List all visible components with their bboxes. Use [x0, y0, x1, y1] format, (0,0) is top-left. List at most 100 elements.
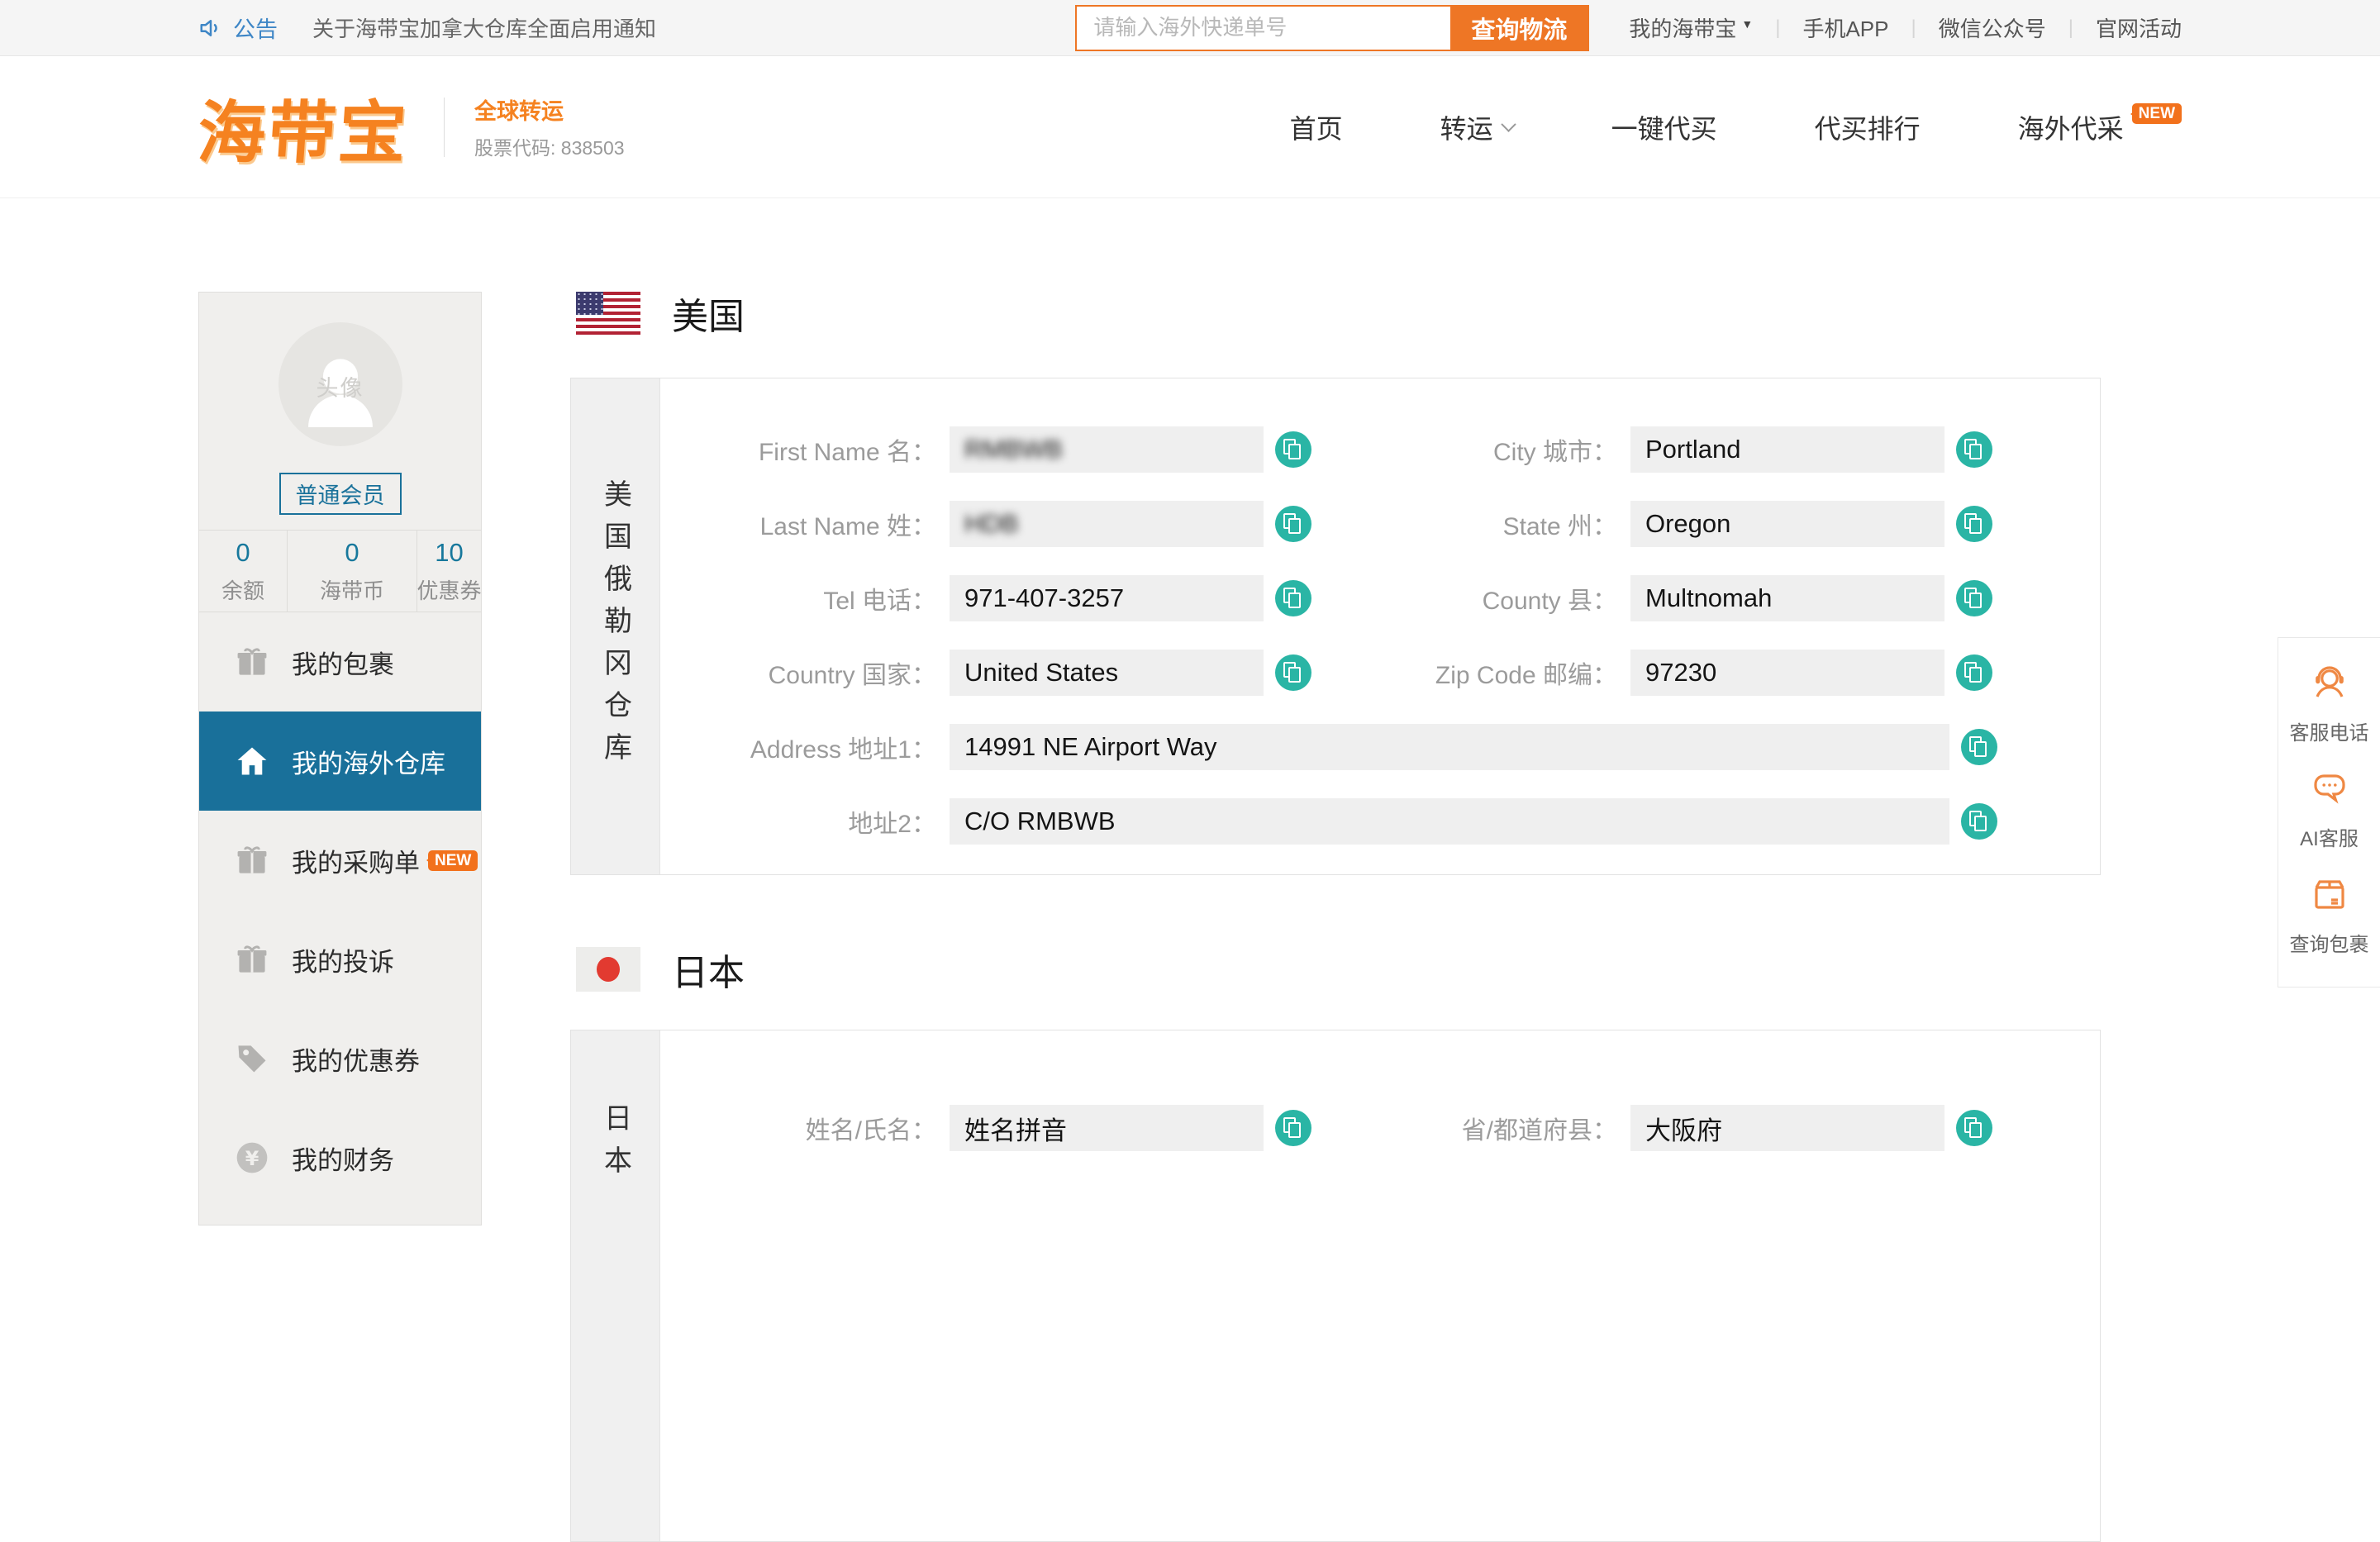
field-jp-name: 姓名/氏名： 姓名拼音	[660, 1105, 1311, 1151]
sidebar-item-label: 我的采购单	[292, 842, 420, 879]
copy-icon[interactable]	[1961, 729, 1997, 765]
state-value[interactable]: Oregon	[1630, 501, 1944, 547]
last-name-value[interactable]: HDB	[950, 501, 1264, 547]
activity-link[interactable]: 官网活动	[2096, 12, 2182, 43]
zip-value[interactable]: 97230	[1630, 650, 1944, 696]
track-query-button[interactable]: 查询物流	[1450, 7, 1587, 50]
wechat-link[interactable]: 微信公众号	[1939, 12, 2046, 43]
copy-icon[interactable]	[1275, 580, 1311, 616]
stat-coupons[interactable]: 10 优惠券	[417, 531, 481, 612]
chevron-down-icon	[1501, 117, 1516, 131]
address2-value[interactable]: C/O RMBWB	[950, 798, 1949, 845]
ai-service-label: AI客服	[2300, 822, 2359, 851]
us-warehouse-vertical-label: 美国俄勒冈仓库	[602, 479, 630, 774]
main-nav: 首页 转运 一键代买 代买排行 海外代采NEW	[1290, 108, 2182, 146]
field-label: 省/都道府县：	[1341, 1110, 1630, 1146]
copy-icon[interactable]	[1275, 654, 1311, 691]
sidebar-item-my-finance[interactable]: ¥ 我的财务	[199, 1108, 481, 1207]
sidebar-item-my-overseas-warehouse[interactable]: 我的海外仓库	[199, 712, 481, 811]
county-value[interactable]: Multnomah	[1630, 575, 1944, 621]
sidebar-item-my-coupons[interactable]: 我的优惠券	[199, 1009, 481, 1108]
stat-balance[interactable]: 0 余额	[199, 531, 288, 612]
copy-icon[interactable]	[1956, 1110, 1992, 1146]
field-state: State 州： Oregon	[1341, 501, 1992, 547]
jp-name-value[interactable]: 姓名拼音	[950, 1105, 1264, 1151]
announcement-label[interactable]: 公告	[233, 12, 278, 44]
field-jp-prefecture: 省/都道府县： 大阪府	[1341, 1105, 1992, 1151]
stat-value: 0	[345, 538, 359, 568]
track-package-label: 查询包裹	[2290, 928, 2369, 957]
speaker-icon	[198, 16, 223, 40]
jp-warehouse-vertical-label: 日本	[602, 1030, 630, 1187]
field-country: Country 国家： United States	[660, 650, 1311, 696]
copy-icon[interactable]	[1275, 1110, 1311, 1146]
field-label: First Name 名：	[660, 431, 950, 468]
separator: |	[2068, 17, 2073, 40]
copy-icon[interactable]	[1275, 431, 1311, 468]
svg-text:¥: ¥	[245, 1147, 259, 1170]
jp-warehouse-strip: 日本	[571, 1030, 660, 1541]
separator: |	[1911, 17, 1916, 40]
sidebar-item-label: 我的投诉	[292, 941, 394, 978]
jp-section-title: 日本	[672, 943, 745, 996]
field-city: City 城市： Portland	[1341, 426, 1992, 473]
chat-icon	[2310, 769, 2349, 812]
nav-home[interactable]: 首页	[1290, 108, 1343, 146]
sidebar-item-my-purchase-orders[interactable]: 我的采购单 NEW	[199, 811, 481, 910]
copy-icon[interactable]	[1956, 580, 1992, 616]
mobile-app-link[interactable]: 手机APP	[1802, 12, 1888, 43]
track-package-button[interactable]: 查询包裹	[2278, 864, 2380, 970]
sidebar-item-my-packages[interactable]: 我的包裹	[199, 612, 481, 712]
my-haidaibao-link[interactable]: 我的海带宝▼	[1629, 12, 1753, 43]
new-badge: NEW	[2132, 103, 2182, 124]
copy-icon[interactable]	[1275, 506, 1311, 542]
nav-onekey-buy[interactable]: 一键代买	[1611, 108, 1717, 146]
field-label: Zip Code 邮编：	[1341, 654, 1630, 691]
avatar-placeholder-text: 头像	[278, 370, 402, 402]
jp-prefecture-value[interactable]: 大阪府	[1630, 1105, 1944, 1151]
ai-service-button[interactable]: AI客服	[2278, 759, 2380, 864]
field-address1: Address 地址1： 14991 NE Airport Way	[660, 724, 1997, 770]
first-name-value[interactable]: RMBWB	[950, 426, 1264, 473]
copy-icon[interactable]	[1956, 654, 1992, 691]
field-tel: Tel 电话： 971-407-3257	[660, 575, 1311, 621]
country-value[interactable]: United States	[950, 650, 1264, 696]
stat-value: 0	[236, 538, 250, 568]
sidebar-item-label: 我的财务	[292, 1140, 394, 1177]
sidebar-item-label: 我的海外仓库	[292, 743, 445, 780]
jp-address-form: 姓名/氏名： 姓名拼音 省/都道府县： 大阪府	[660, 1030, 2100, 1541]
copy-icon[interactable]	[1956, 506, 1992, 542]
nav-transfer[interactable]: 转运	[1440, 108, 1514, 146]
logo[interactable]: 海带宝	[195, 78, 412, 176]
package-icon	[234, 644, 270, 680]
service-phone-button[interactable]: 客服电话	[2278, 653, 2380, 759]
site-header: 海带宝 全球转运 股票代码: 838503 首页 转运 一键代买 代买排行 海外…	[0, 56, 2380, 198]
tel-value[interactable]: 971-407-3257	[950, 575, 1264, 621]
field-zip: Zip Code 邮编： 97230	[1341, 650, 1992, 696]
stock-code: 股票代码: 838503	[474, 132, 625, 160]
field-label: Address 地址1：	[660, 729, 950, 765]
field-label: 地址2：	[660, 803, 950, 840]
nav-buy-ranking[interactable]: 代买排行	[1815, 108, 1921, 146]
tracking-search: 查询物流	[1075, 5, 1589, 51]
avatar[interactable]: 头像	[278, 322, 402, 446]
copy-icon[interactable]	[1956, 431, 1992, 468]
parcel-icon	[2310, 874, 2349, 918]
field-label: County 县：	[1341, 580, 1630, 616]
announcement-text[interactable]: 关于海带宝加拿大仓库全面启用通知	[312, 12, 656, 43]
us-warehouse-panel: 美国俄勒冈仓库 First Name 名： RMBWB City 城市： Por…	[570, 378, 2101, 875]
sidebar-item-my-complaints[interactable]: 我的投诉	[199, 910, 481, 1009]
tracking-search-input[interactable]	[1077, 7, 1450, 50]
jp-warehouse-panel: 日本 姓名/氏名： 姓名拼音 省/都道府县： 大阪府	[570, 1030, 2101, 1542]
copy-icon[interactable]	[1961, 803, 1997, 840]
nav-overseas-purchase[interactable]: 海外代采NEW	[2018, 108, 2182, 146]
stat-coins[interactable]: 0 海带币	[288, 531, 417, 612]
topbar-links: 我的海带宝▼ | 手机APP | 微信公众号 | 官网活动	[1629, 12, 2182, 43]
city-value[interactable]: Portland	[1630, 426, 1944, 473]
account-stats: 0 余额 0 海带币 10 优惠券	[199, 530, 481, 612]
profile-card: 头像 普通会员	[199, 293, 481, 530]
address1-value[interactable]: 14991 NE Airport Way	[950, 724, 1949, 770]
sidebar-item-label: 我的优惠券	[292, 1040, 420, 1078]
dropdown-caret-icon: ▼	[1741, 17, 1753, 31]
us-flag-icon	[576, 292, 640, 335]
